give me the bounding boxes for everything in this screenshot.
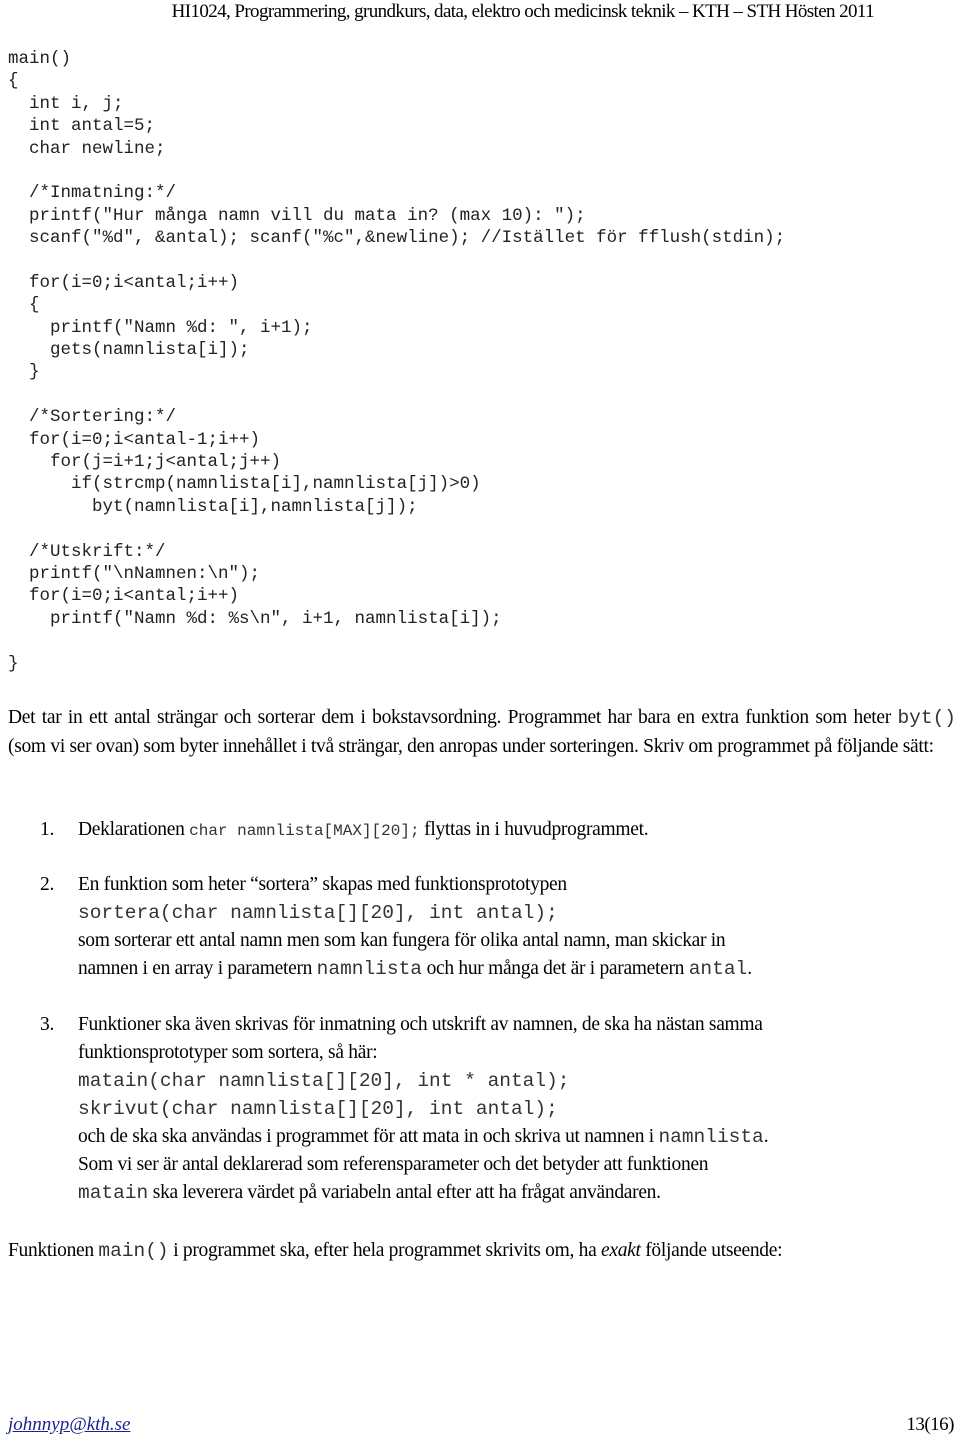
list-text: Deklarationen [78,819,190,840]
list-number: 3. [40,1014,55,1035]
list-text: En funktion som heter “sortera” skapas m… [78,874,567,895]
code-line: printf("\nNamnen:\n"); [8,563,261,584]
code-line: printf("Hur många namn vill du mata in? … [8,205,586,226]
code-line: for(i=0;i<antal;i++) [8,586,240,607]
list-number: 1. [40,819,55,840]
code-line: for(j=i+1;j<antal;j++) [8,452,282,473]
list-body: Funktioner ska även skrivas för inmatnin… [78,1011,958,1208]
page-header: HI1024, Programmering, grundkurs, data, … [171,1,875,22]
list-text: . [747,957,752,979]
code-line: int i, j; [8,93,124,114]
list-body: Deklarationen char namnlista[MAX][20]; f… [78,816,958,846]
outro-code-main: main() [98,1240,169,1262]
matain-prototype: matain(char namnlista[][20], int * antal… [78,1069,570,1092]
list-item-1: 1. Deklarationen char namnlista[MAX][20]… [8,816,956,846]
code-namnlista: namnlista [658,1125,764,1148]
code-line: main() [8,49,72,69]
code-line: if(strcmp(namnlista[i],namnlista[j])>0) [8,474,481,495]
list-text: och de ska ska användas i programmet för… [78,1125,659,1147]
intro-code-byt: byt() [897,707,956,729]
list-text: flyttas in i huvudprogrammet. [419,819,649,840]
code-line: { [8,71,19,92]
code-line: gets(namnlista[i]); [8,340,250,361]
code-line: byt(namnlista[i],namnlista[j]); [8,496,418,517]
intro-text-1: Det tar in ett antal strängar och sorter… [8,707,898,728]
code-line: } [8,362,40,383]
list-number: 2. [40,874,55,895]
list-text: och hur många det är i parametern [422,957,689,979]
code-line: /*Sortering:*/ [8,407,177,428]
code-line: for(i=0;i<antal;i++) [8,272,240,293]
intro-text-2: (som vi ser ovan) som byter innehållet i… [8,735,934,757]
list-text: Som vi ser är antal deklarerad som refer… [78,1154,709,1176]
page-number: 13(16) [906,1414,954,1435]
sortera-prototype: sortera(char namnlista[][20], int antal)… [78,901,558,924]
code-matain: matain [78,1182,149,1205]
code-line: printf("Namn %d: %s\n", i+1, namnlista[i… [8,608,502,629]
outro-text-3: följande utseende: [640,1240,783,1261]
outro-text-1: Funktionen [8,1240,99,1261]
code-line: } [8,653,19,674]
list-text: namnen i en array i parametern namnlista… [78,955,958,984]
outro-paragraph: Funktionen main() i programmet ska, efte… [8,1237,956,1266]
skrivut-prototype: skrivut(char namnlista[][20], int antal)… [78,1097,558,1120]
list-item-2: 2. En funktion som heter “sortera” skapa… [8,871,956,986]
list-text: funktionsprototyper som sortera, så här: [78,1041,378,1063]
outro-emphasis: exakt [601,1240,641,1261]
footer-email-link[interactable]: johnnyp@kth.se [8,1414,130,1436]
code-line: int antal=5; [8,116,156,137]
code-listing: main(){ int i, j; int antal=5; char newl… [8,48,785,675]
list-text: . [763,1125,769,1147]
intro-paragraph: Det tar in ett antal strängar och sorter… [8,704,956,761]
list-item-3: 3. Funktioner ska även skrivas för inmat… [8,1011,956,1211]
code-line: scanf("%d", &antal); scanf("%c",&newline… [8,228,786,249]
code-line: printf("Namn %d: ", i+1); [8,317,313,338]
code-line: /*Utskrift:*/ [8,541,166,562]
param-antal: antal [688,957,748,980]
code-line: char newline; [8,138,166,159]
param-namnlista: namnlista [316,957,422,980]
list-body: En funktion som heter “sortera” skapas m… [78,871,958,983]
code-line: { [8,295,40,316]
list-text: namnen i en array i parametern [78,957,317,979]
list-text: och de ska ska användas i programmet för… [78,1123,958,1152]
declaration-code: char namnlista[MAX][20]; [189,822,420,840]
list-text: som sorterar ett antal namn men som kan … [78,929,726,951]
list-text: ska leverera värdet på variabeln antal e… [148,1182,661,1204]
outro-text-2: i programmet ska, efter hela programmet … [168,1240,601,1261]
list-text: Funktioner ska även skrivas för inmatnin… [78,1014,763,1035]
list-text: matain ska leverera värdet på variabeln … [78,1179,958,1208]
code-line: /*Inmatning:*/ [8,183,177,204]
code-line: for(i=0;i<antal-1;i++) [8,429,261,450]
